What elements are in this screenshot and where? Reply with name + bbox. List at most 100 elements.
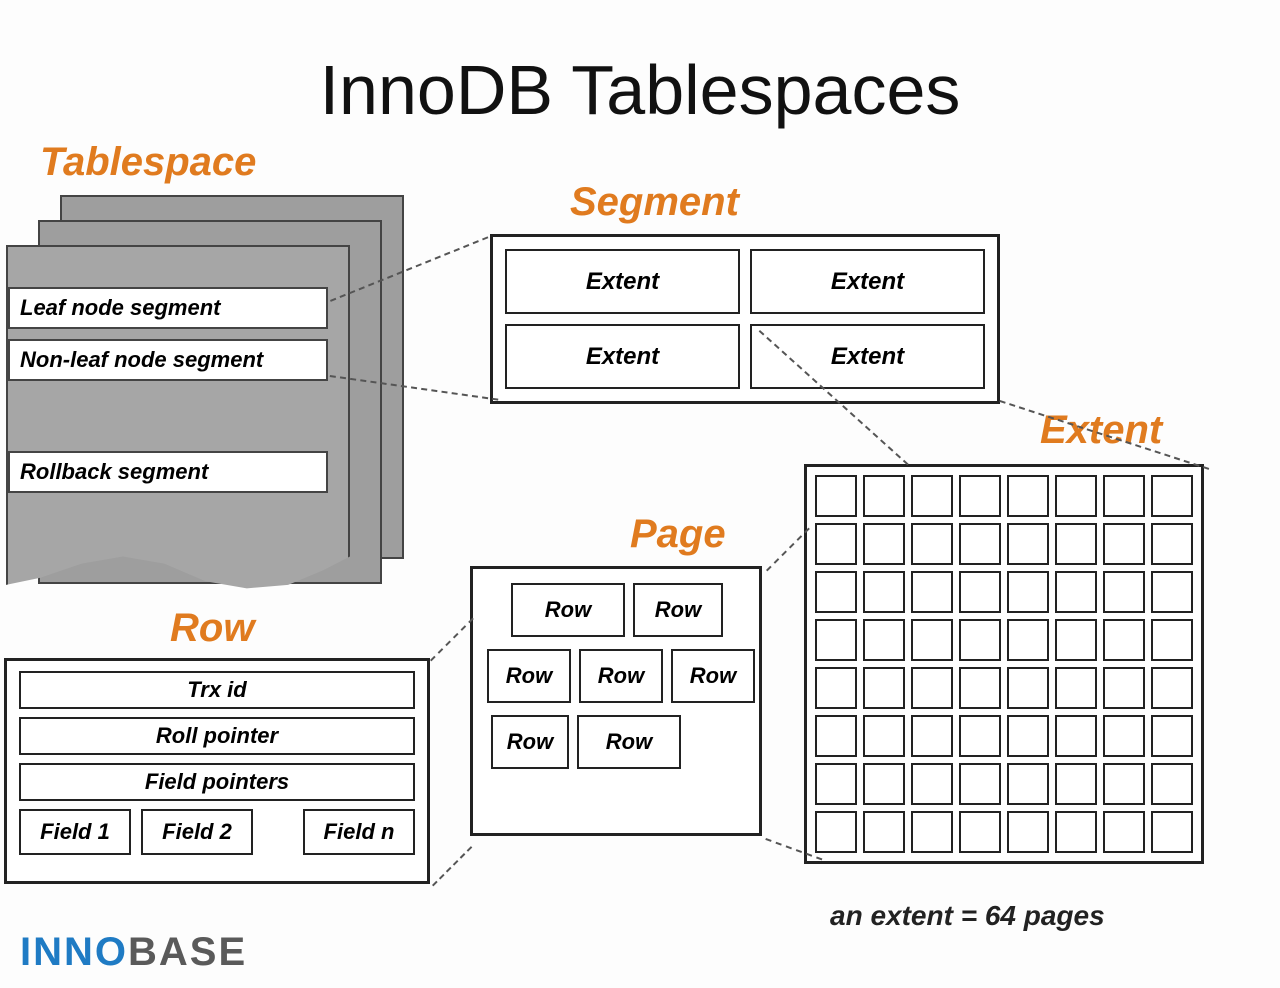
- extent-page-cell: [1055, 619, 1097, 661]
- extent-page-cell: [959, 475, 1001, 517]
- extent-page-cell: [911, 811, 953, 853]
- extent-page-cell: [959, 619, 1001, 661]
- extent-page-cell: [1007, 475, 1049, 517]
- extent-page-cell: [1103, 523, 1145, 565]
- extent-page-cell: [1055, 715, 1097, 757]
- extent-page-cell: [1103, 667, 1145, 709]
- extent-page-cell: [863, 667, 905, 709]
- extent-page-cell: [1007, 763, 1049, 805]
- extent-page-cell: [815, 763, 857, 805]
- extent-page-cell: [863, 619, 905, 661]
- extent-page-cell: [1103, 475, 1145, 517]
- extent-page-cell: [911, 667, 953, 709]
- extent-page-cell: [1055, 571, 1097, 613]
- extent-page-cell: [1007, 667, 1049, 709]
- page-row-cell: Row: [511, 583, 625, 637]
- extent-box: [804, 464, 1204, 864]
- extent-page-cell: [1151, 523, 1193, 565]
- row-roll-pointer: Roll pointer: [19, 717, 415, 755]
- page-row-cell: Row: [579, 649, 663, 703]
- extent-page-cell: [1151, 667, 1193, 709]
- extent-page-cell: [1151, 475, 1193, 517]
- extent-page-cell: [815, 571, 857, 613]
- label-row: Row: [170, 606, 254, 651]
- row-trx-id: Trx id: [19, 671, 415, 709]
- extent-page-cell: [815, 523, 857, 565]
- connector-line: [430, 618, 474, 662]
- extent-page-cell: [959, 523, 1001, 565]
- page-row-cell: Row: [577, 715, 681, 769]
- extent-page-cell: [959, 715, 1001, 757]
- segment-extent-cell: Extent: [750, 249, 985, 314]
- connector-line: [432, 846, 472, 886]
- logo-innobase: INNOBASE: [20, 930, 247, 975]
- extent-page-cell: [863, 715, 905, 757]
- extent-page-cell: [863, 571, 905, 613]
- extent-page-cell: [1055, 475, 1097, 517]
- page-box: Row Row Row Row Row Row Row: [470, 566, 762, 836]
- extent-page-cell: [1151, 715, 1193, 757]
- extent-page-cell: [959, 571, 1001, 613]
- tablespace-sheet-front: Leaf node segment Non-leaf node segment …: [6, 245, 350, 599]
- extent-page-cell: [1103, 715, 1145, 757]
- extent-page-cell: [815, 667, 857, 709]
- logo-inno: INNO: [20, 930, 128, 974]
- extent-page-cell: [911, 475, 953, 517]
- extent-page-cell: [1007, 619, 1049, 661]
- extent-page-cell: [1103, 571, 1145, 613]
- extent-page-cell: [815, 715, 857, 757]
- extent-page-cell: [1151, 811, 1193, 853]
- extent-page-cell: [1103, 619, 1145, 661]
- page-row-cell: Row: [671, 649, 755, 703]
- segment-extent-cell: Extent: [505, 249, 740, 314]
- label-tablespace: Tablespace: [40, 140, 256, 185]
- row-field-pointers: Field pointers: [19, 763, 415, 801]
- segment-box: Extent Extent Extent Extent: [490, 234, 1000, 404]
- page-row-cell: Row: [633, 583, 723, 637]
- extent-page-cell: [911, 619, 953, 661]
- extent-page-cell: [1151, 619, 1193, 661]
- extent-page-cell: [863, 475, 905, 517]
- page-row-cell: Row: [491, 715, 569, 769]
- row-field-2: Field 2: [141, 809, 253, 855]
- logo-base: BASE: [128, 930, 247, 974]
- extent-page-cell: [959, 667, 1001, 709]
- row-field-n: Field n: [303, 809, 415, 855]
- extent-page-cell: [863, 523, 905, 565]
- extent-page-cell: [1007, 523, 1049, 565]
- extent-page-cell: [1055, 763, 1097, 805]
- row-box: Trx id Roll pointer Field pointers Field…: [4, 658, 430, 884]
- extent-page-cell: [863, 763, 905, 805]
- extent-page-cell: [1007, 811, 1049, 853]
- extent-page-cell: [959, 763, 1001, 805]
- tablespace-item-nonleaf: Non-leaf node segment: [8, 339, 328, 381]
- label-segment: Segment: [570, 180, 739, 225]
- extent-page-cell: [1103, 763, 1145, 805]
- tablespace-item-leaf: Leaf node segment: [8, 287, 328, 329]
- footnote-extent: an extent = 64 pages: [830, 900, 1105, 932]
- extent-page-cell: [1055, 811, 1097, 853]
- segment-extent-cell: Extent: [750, 324, 985, 389]
- extent-page-cell: [959, 811, 1001, 853]
- tablespace-item-rollback: Rollback segment: [8, 451, 328, 493]
- extent-page-cell: [1151, 763, 1193, 805]
- page-row-cell: Row: [487, 649, 571, 703]
- extent-page-cell: [815, 619, 857, 661]
- label-page: Page: [630, 512, 726, 557]
- extent-page-cell: [911, 571, 953, 613]
- extent-page-cell: [863, 811, 905, 853]
- extent-page-cell: [815, 811, 857, 853]
- segment-extent-cell: Extent: [505, 324, 740, 389]
- page-title: InnoDB Tablespaces: [0, 50, 1280, 130]
- extent-page-cell: [1151, 571, 1193, 613]
- extent-page-cell: [1055, 523, 1097, 565]
- row-field-1: Field 1: [19, 809, 131, 855]
- extent-page-cell: [911, 763, 953, 805]
- extent-page-cell: [815, 475, 857, 517]
- extent-page-cell: [1007, 571, 1049, 613]
- extent-page-cell: [911, 715, 953, 757]
- extent-page-cell: [1055, 667, 1097, 709]
- extent-page-cell: [1103, 811, 1145, 853]
- extent-page-cell: [1007, 715, 1049, 757]
- extent-page-cell: [911, 523, 953, 565]
